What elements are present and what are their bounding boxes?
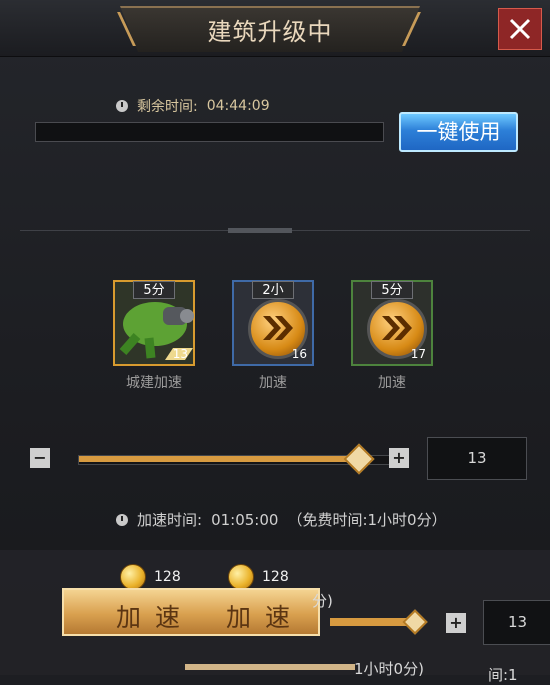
speedup-time-row: 加速时间: 01:05:00 （免费时间:1小时0分） xyxy=(116,509,447,530)
close-button[interactable] xyxy=(498,8,542,50)
remaining-time-value: 04:44:09 xyxy=(206,98,270,114)
item-speedup-5m[interactable]: 5分 17 加速 xyxy=(349,280,435,392)
remaining-time-row: 剩余时间: 04:44:09 xyxy=(116,96,270,116)
overlay-quantity-input[interactable]: 13 xyxy=(483,600,550,645)
duration-badge: 5分 xyxy=(371,281,413,299)
slider-fill xyxy=(79,456,357,462)
coin-cost-value: 128 xyxy=(262,569,289,585)
overlay-increase-button[interactable]: + xyxy=(446,613,466,633)
item-speedup-2h[interactable]: 2小时 16 加速 xyxy=(230,280,316,392)
increase-button[interactable]: + xyxy=(389,448,409,468)
coin-cost-1: 128 xyxy=(120,564,181,590)
building-upgrade-dialog: 建筑升级中 剩余时间: 04:44:09 一键使用 5分 13 城建加速 2小 … xyxy=(0,0,550,684)
item-card[interactable]: 5分 13 xyxy=(113,280,195,366)
item-label: 城建加速 xyxy=(126,375,182,391)
title-bar: 建筑升级中 xyxy=(0,0,550,57)
upgrade-progress-bar xyxy=(35,122,384,142)
speedup-time-label: 加速时间: xyxy=(137,511,203,529)
item-card[interactable]: 5分 17 xyxy=(351,280,433,366)
item-count: 13 xyxy=(172,347,188,361)
coin-cost-2: 128 xyxy=(228,564,289,590)
overlay-free-time-fragment: 1小时0分) xyxy=(354,660,424,678)
speedup-button-label: 加速 xyxy=(116,603,195,632)
duration-badge: 2小时 xyxy=(252,281,294,316)
item-city-speedup[interactable]: 5分 13 城建加速 xyxy=(111,280,197,392)
slider-thumb[interactable] xyxy=(343,443,375,475)
quantity-slider[interactable]: − + xyxy=(30,443,420,475)
coin-cost-value: 128 xyxy=(154,569,181,585)
close-icon xyxy=(509,18,531,40)
page-title: 建筑升级中 xyxy=(207,18,333,46)
quantity-input[interactable]: 13 xyxy=(427,437,527,480)
clock-icon xyxy=(116,513,128,526)
decrease-button[interactable]: − xyxy=(30,448,50,468)
remaining-time-label: 剩余时间: xyxy=(137,99,198,115)
divider-handle xyxy=(228,228,292,233)
one-key-use-button[interactable]: 一键使用 xyxy=(399,112,518,152)
speedup-button-label: 加速 xyxy=(226,603,305,632)
free-time-text: （免费时间:1小时0分） xyxy=(287,511,447,529)
speedup-time-value: 01:05:00 xyxy=(211,510,279,529)
gold-coin-icon xyxy=(228,564,254,590)
overlay-bottom-bar xyxy=(185,664,355,670)
item-label: 加速 xyxy=(259,375,287,391)
overlay-fragment-text: 分) xyxy=(312,592,333,610)
speedup-button[interactable]: 加速 加速 xyxy=(62,588,320,636)
gold-coin-icon xyxy=(120,564,146,590)
item-card[interactable]: 2小时 16 xyxy=(232,280,314,366)
item-count: 16 xyxy=(291,347,307,361)
clock-icon xyxy=(116,100,128,112)
item-count: 17 xyxy=(410,347,426,361)
item-label: 加速 xyxy=(378,375,406,391)
